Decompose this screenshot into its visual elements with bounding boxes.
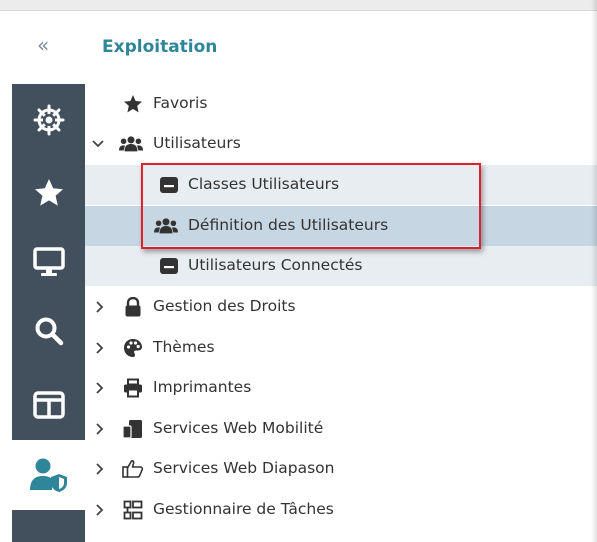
- tree-item-label: Utilisateurs Connectés: [188, 256, 363, 274]
- sidebar-item-helm[interactable]: [12, 90, 85, 150]
- sidebar-item-favorites[interactable]: [12, 163, 85, 223]
- chevron-right-icon[interactable]: [94, 380, 106, 396]
- tree-item-favoris[interactable]: Favoris: [85, 84, 597, 124]
- tree-item-label: Gestion des Droits: [153, 297, 296, 315]
- helm-icon: [33, 104, 64, 136]
- tree-item-gestion-droits[interactable]: Gestion des Droits: [85, 287, 597, 327]
- star-icon: [121, 94, 145, 114]
- monitor-icon: [32, 247, 65, 276]
- thumbs-up-icon: [121, 459, 145, 479]
- id-card-icon: [157, 256, 181, 276]
- chevron-right-icon[interactable]: [94, 299, 106, 315]
- palette-icon: [121, 338, 145, 358]
- chevron-right-icon[interactable]: [94, 340, 106, 356]
- tree-item-services-web-diapason[interactable]: Services Web Diapason: [85, 449, 597, 489]
- tree-item-label: Services Web Diapason: [153, 459, 335, 477]
- chevron-down-icon[interactable]: [92, 136, 104, 152]
- chevron-right-icon[interactable]: [94, 421, 106, 437]
- tree-item-imprimantes[interactable]: Imprimantes: [85, 368, 597, 408]
- tree-item-themes[interactable]: Thèmes: [85, 328, 597, 368]
- app-frame: « Exploitation Favoris Utilisateurs Clas…: [0, 0, 597, 542]
- tree-item-label: Imprimantes: [153, 378, 252, 396]
- users-icon: [119, 134, 143, 154]
- devices-icon: [121, 419, 145, 439]
- tree-item-label: Favoris: [153, 94, 208, 112]
- tree-item-utilisateurs-connectes[interactable]: Utilisateurs Connectés: [85, 246, 597, 286]
- sidebar: [12, 84, 85, 542]
- section-title: Exploitation: [102, 37, 218, 57]
- tasks-icon: [121, 500, 145, 520]
- tree-item-gestionnaire-taches[interactable]: Gestionnaire de Tâches: [85, 490, 597, 530]
- highlight-annotation-box: [141, 163, 481, 249]
- right-edge-shadow: [591, 0, 597, 542]
- sidebar-item-search[interactable]: [12, 301, 85, 361]
- search-icon: [35, 317, 63, 346]
- layout-icon: [32, 391, 65, 419]
- sidebar-item-monitor[interactable]: [12, 232, 85, 292]
- collapse-sidebar-icon[interactable]: «: [37, 33, 49, 57]
- printer-icon: [121, 378, 145, 398]
- lock-icon: [121, 297, 145, 317]
- chevron-right-icon[interactable]: [94, 502, 106, 518]
- tree-item-services-web-mobilite[interactable]: Services Web Mobilité: [85, 409, 597, 449]
- sidebar-item-user-admin[interactable]: [12, 440, 85, 510]
- sidebar-item-layout[interactable]: [12, 375, 85, 435]
- tree-item-label: Thèmes: [153, 338, 215, 356]
- tree-item-label: Utilisateurs: [153, 134, 241, 152]
- tree-item-label: Gestionnaire de Tâches: [153, 500, 334, 518]
- window-top-edge: [0, 0, 597, 11]
- tree-item-utilisateurs[interactable]: Utilisateurs: [85, 124, 597, 164]
- chevron-right-icon[interactable]: [94, 461, 106, 477]
- star-icon: [34, 179, 63, 206]
- tree-item-label: Services Web Mobilité: [153, 419, 324, 437]
- user-shield-icon: [29, 458, 67, 492]
